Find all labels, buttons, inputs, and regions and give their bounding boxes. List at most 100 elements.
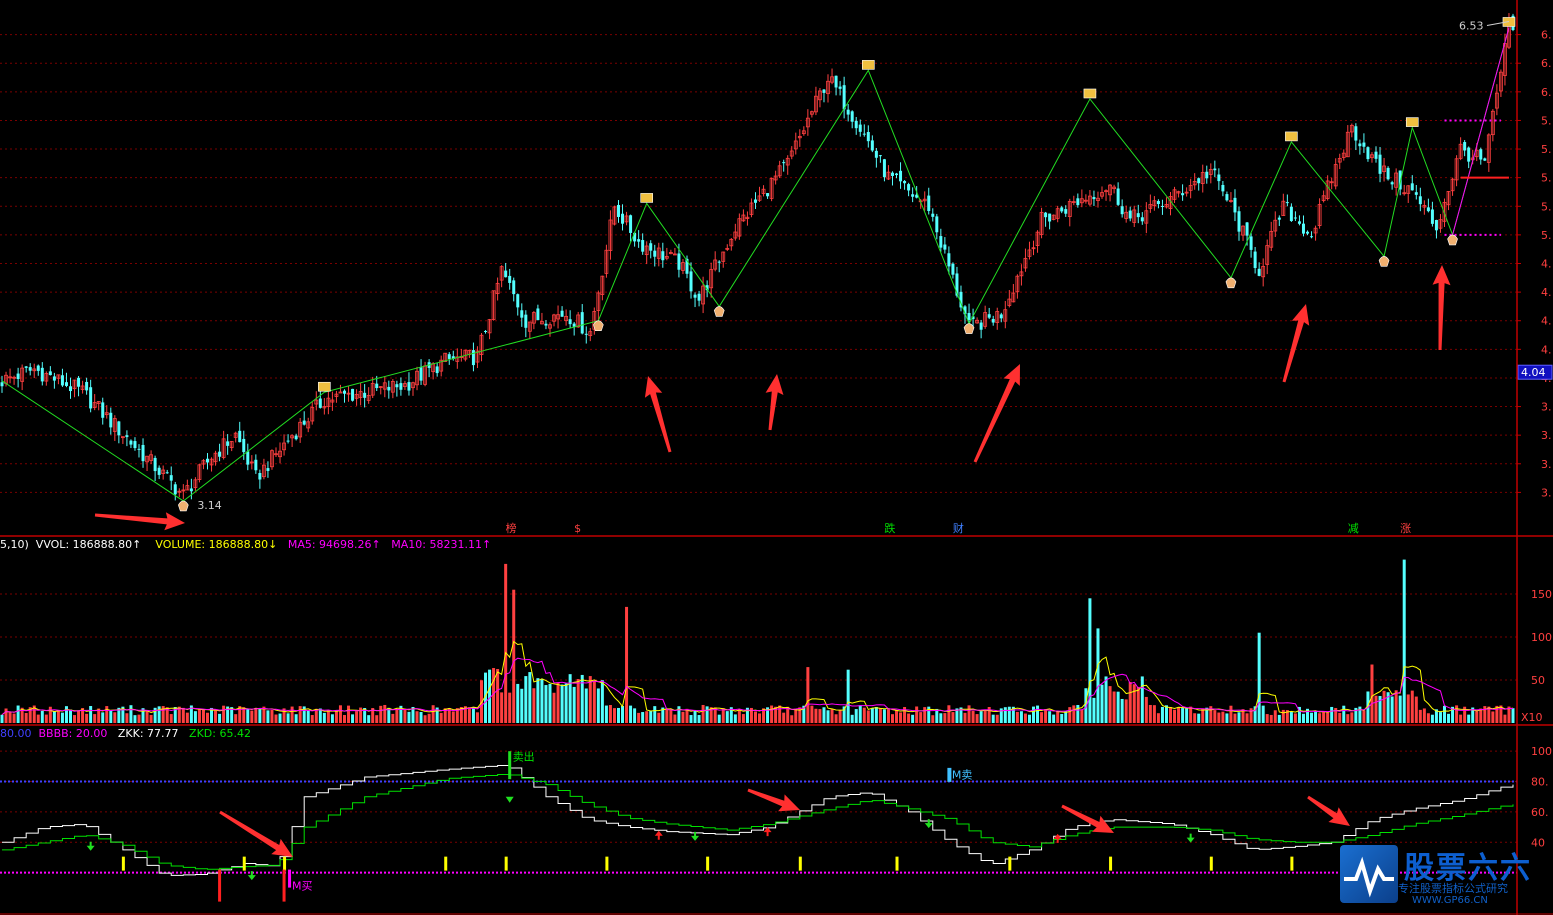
cycle-tick	[283, 856, 287, 871]
volume-header-params: 5,10)	[0, 538, 29, 551]
volume-bar	[56, 710, 60, 723]
volume-bar	[625, 606, 629, 723]
volume-bar	[1374, 695, 1378, 723]
volume-bar	[899, 712, 903, 723]
candle-body	[653, 250, 657, 257]
candle-body	[189, 488, 193, 492]
candle-body	[399, 383, 403, 390]
osc-ytick-label: 60.	[1531, 806, 1549, 819]
candle-body	[520, 310, 524, 318]
volume-bar	[540, 679, 544, 723]
volume-bar	[943, 713, 947, 723]
candle-body	[939, 236, 943, 248]
price-panel[interactable]: 3.3.3.3.4.4.4.4.4.5.5.5.5.5.6.6.6.3.146.…	[0, 13, 1553, 535]
candle-body	[1306, 231, 1310, 234]
candle-body	[363, 392, 367, 398]
volume-bar	[862, 707, 866, 723]
volume-bar	[193, 711, 197, 723]
sell-signal-bar	[508, 751, 512, 780]
volume-bar	[1418, 709, 1422, 723]
low-hand-icon	[1378, 256, 1390, 267]
candle-body	[1221, 184, 1225, 192]
ma10-value: MA10: 58231.11↑	[391, 538, 492, 551]
volume-bar	[310, 715, 314, 723]
volume-header: 5,10) VVOL: 186888.80↑ VOLUME: 186888.80…	[0, 538, 491, 551]
candle-body	[991, 318, 995, 323]
volume-bar	[1281, 709, 1285, 723]
volume-bar	[471, 706, 475, 723]
candle-body	[1293, 217, 1297, 219]
high-flag-icon	[640, 193, 653, 203]
cycle-tick	[121, 856, 125, 871]
volume-bar	[16, 705, 20, 723]
annotation-arrow	[1432, 265, 1451, 351]
m-buy-bar	[288, 869, 292, 888]
volume-bar	[536, 678, 540, 723]
volume-bar	[1185, 708, 1189, 723]
candle-body	[697, 293, 701, 301]
volume-panel[interactable]: 50 100 150 X10	[0, 559, 1552, 724]
ma5-value: MA5: 94698.26↑	[287, 538, 381, 551]
candle-body	[226, 441, 230, 446]
volume-bar	[548, 683, 552, 723]
candle-body	[1289, 206, 1293, 222]
volume-bar	[1491, 711, 1495, 723]
candle-body	[1160, 205, 1164, 207]
high-flag-icon	[1083, 88, 1097, 99]
candle-body	[471, 350, 475, 366]
osc-ytick-label: 100	[1531, 745, 1552, 758]
volume-bar	[633, 708, 637, 723]
annotation-arrow	[747, 788, 800, 812]
annotation-arrow	[94, 512, 185, 531]
price-ytick-label: 5.	[1541, 229, 1552, 242]
volume-bar	[246, 709, 250, 723]
volume-bar	[1076, 704, 1080, 723]
volume-bar	[1314, 711, 1318, 723]
volume-bar	[1148, 704, 1152, 723]
volume-bar	[73, 715, 77, 723]
volume-bar	[822, 707, 826, 723]
volume-bar	[1402, 559, 1406, 723]
candle-body	[1064, 209, 1068, 214]
candle-body	[68, 386, 72, 392]
candle-body	[52, 376, 56, 381]
candle-body	[999, 314, 1003, 319]
volume-bar	[705, 706, 709, 723]
candle-body	[911, 194, 915, 197]
high-flag-icon	[1405, 117, 1419, 127]
volume-bar	[1132, 684, 1136, 723]
volume-bar	[524, 676, 528, 723]
volume-bar	[1293, 713, 1297, 723]
volume-bar	[733, 714, 737, 723]
candle-body	[157, 467, 161, 475]
oscillator-panel[interactable]: 40 60. 80. 100 卖出 M卖 M买	[0, 745, 1552, 902]
candle-body	[870, 140, 874, 151]
volume-bar	[1116, 691, 1120, 723]
volume-value: VOLUME: 186888.80↓	[155, 538, 278, 551]
volume-bar	[552, 692, 556, 723]
candle-body	[351, 388, 355, 401]
volume-bar	[222, 705, 226, 723]
volume-bar	[665, 708, 669, 723]
volume-bar	[367, 715, 371, 723]
candle-body	[846, 109, 850, 115]
volume-bar	[846, 669, 850, 723]
cycle-tick	[1209, 856, 1213, 871]
candle-body	[1233, 197, 1237, 213]
candle-body	[907, 184, 911, 191]
volume-bar	[778, 705, 782, 723]
candle-body	[850, 111, 854, 122]
volume-bar	[1394, 690, 1398, 723]
volume-bar	[1164, 705, 1168, 723]
volume-bar	[60, 712, 64, 723]
volume-bar	[1422, 708, 1426, 723]
candle-body	[689, 271, 693, 292]
volume-bar	[1390, 696, 1394, 723]
high-flag-icon	[862, 60, 875, 70]
candle-body	[629, 215, 633, 233]
volume-bar	[1414, 696, 1418, 723]
candle-body	[205, 458, 209, 463]
price-ytick-label: 5.	[1541, 172, 1552, 185]
volume-bar	[516, 683, 520, 723]
candle-body	[544, 323, 548, 326]
